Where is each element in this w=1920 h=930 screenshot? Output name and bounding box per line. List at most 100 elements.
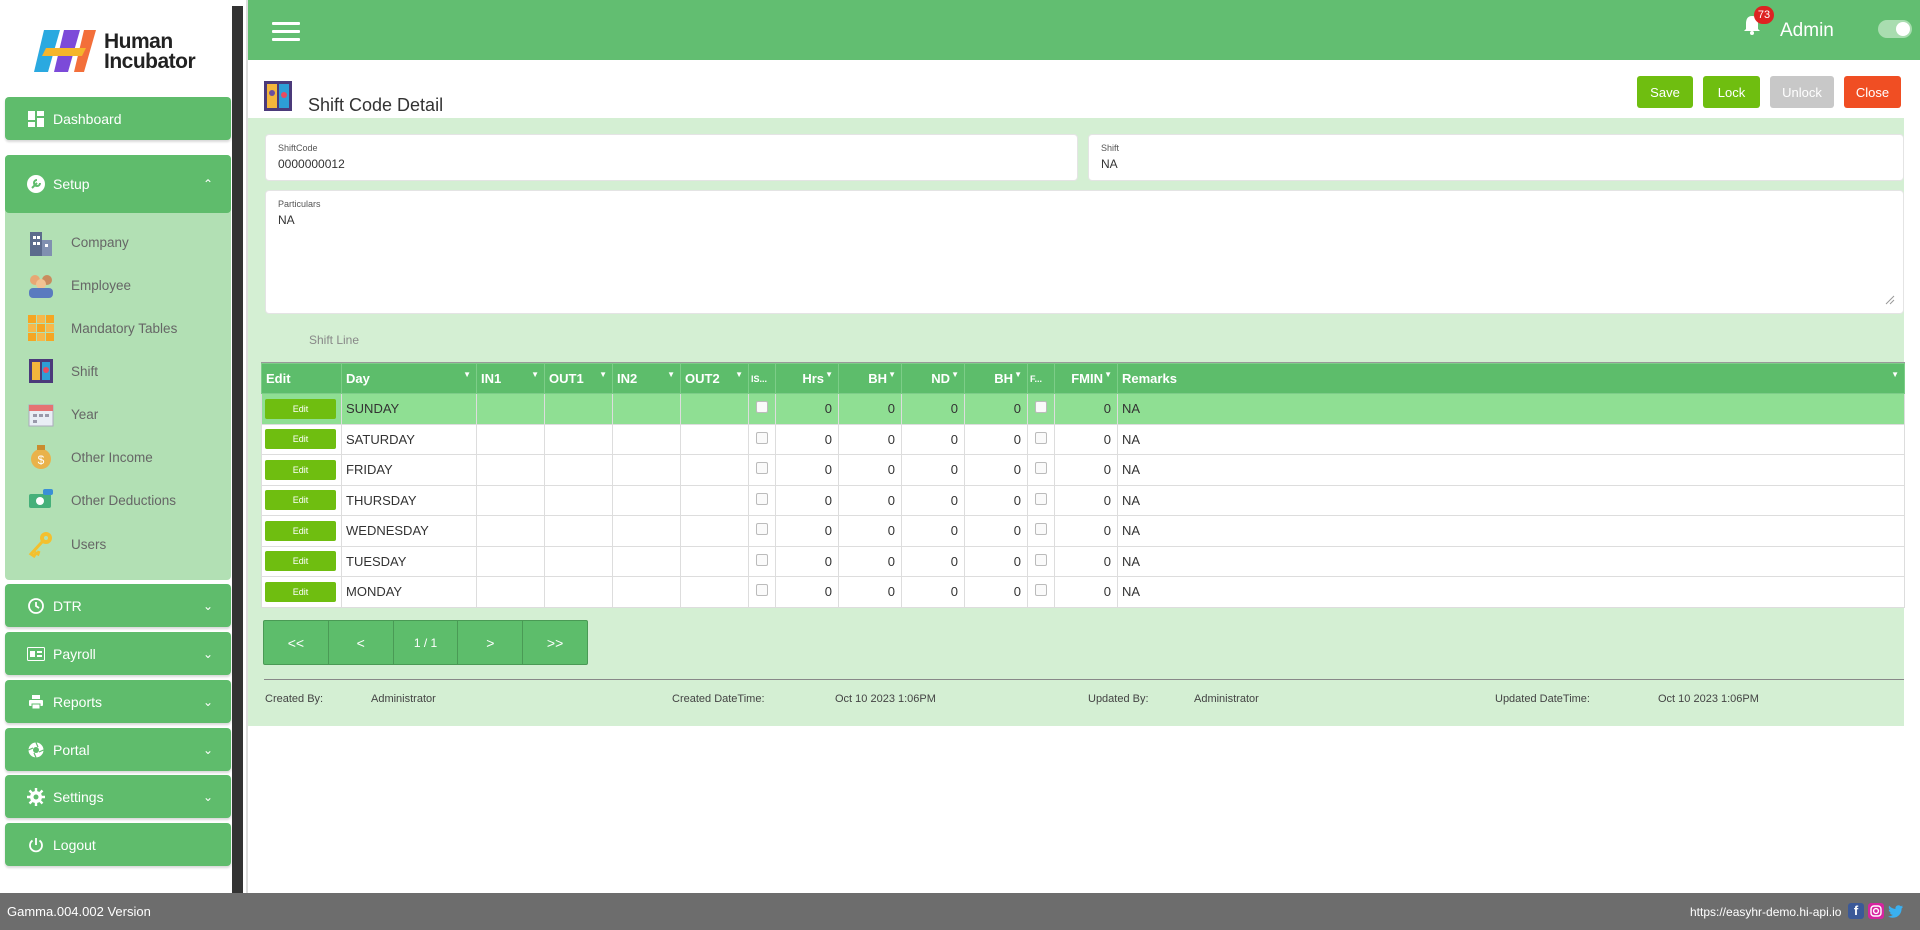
nav-dashboard[interactable]: Dashboard xyxy=(5,97,231,140)
sidebar-item-employee[interactable]: Employee xyxy=(27,270,131,300)
table-row[interactable]: Edit SUNDAY 0 0 0 0 0 NA xyxy=(261,393,1905,425)
f-checkbox[interactable] xyxy=(1035,462,1047,475)
is-checkbox[interactable] xyxy=(756,462,768,475)
edit-row-button[interactable]: Edit xyxy=(265,429,336,450)
nav-dtr-label: DTR xyxy=(53,597,82,614)
hamburger-menu-icon[interactable] xyxy=(272,22,300,42)
particulars-field[interactable]: Particulars NA xyxy=(265,190,1904,314)
lock-button[interactable]: Lock xyxy=(1703,76,1760,108)
in1-cell xyxy=(476,393,545,425)
shift-field[interactable]: Shift NA xyxy=(1088,134,1904,181)
filter-icon[interactable]: ▼ xyxy=(1014,370,1022,379)
site-url[interactable]: https://easyhr-demo.hi-api.io xyxy=(1690,905,1841,919)
last-page-button[interactable]: >> xyxy=(523,621,587,664)
sidebar-item-year[interactable]: Year xyxy=(27,399,98,429)
first-page-button[interactable]: << xyxy=(264,621,329,664)
instagram-icon[interactable] xyxy=(1868,903,1884,919)
f-checkbox[interactable] xyxy=(1035,431,1047,444)
nav-reports[interactable]: Reports ⌄ xyxy=(5,680,231,723)
col-in2[interactable]: IN2 ▼ xyxy=(612,363,681,394)
filter-icon[interactable]: ▼ xyxy=(599,370,607,379)
save-button[interactable]: Save xyxy=(1637,76,1693,108)
edit-row-button[interactable]: Edit xyxy=(265,459,336,480)
theme-toggle[interactable] xyxy=(1878,20,1912,38)
nav-dtr[interactable]: DTR ⌄ xyxy=(5,584,231,627)
edit-row-button[interactable]: Edit xyxy=(265,581,336,602)
table-row[interactable]: Edit WEDNESDAY 0 0 0 0 0 NA xyxy=(261,515,1905,547)
is-checkbox[interactable] xyxy=(756,401,768,414)
gear-icon xyxy=(27,787,45,806)
shift-value[interactable]: NA xyxy=(1101,157,1118,171)
is-checkbox[interactable] xyxy=(756,523,768,536)
nav-portal[interactable]: Portal ⌄ xyxy=(5,728,231,771)
next-page-button[interactable]: > xyxy=(458,621,524,664)
edit-row-button[interactable]: Edit xyxy=(265,398,336,419)
sidebar-item-company[interactable]: Company xyxy=(27,227,129,257)
filter-icon[interactable]: ▼ xyxy=(825,370,833,379)
hrs-cell: 0 xyxy=(775,393,839,425)
shiftcode-value[interactable]: 0000000012 xyxy=(278,157,345,171)
bh2-cell: 0 xyxy=(964,576,1028,608)
filter-icon[interactable]: ▼ xyxy=(1104,370,1112,379)
sidebar-scrollbar[interactable] xyxy=(232,6,243,893)
filter-icon[interactable]: ▼ xyxy=(888,370,896,379)
facebook-icon[interactable]: f xyxy=(1848,903,1864,919)
table-row[interactable]: Edit THURSDAY 0 0 0 0 0 NA xyxy=(261,484,1905,516)
remarks-cell: NA xyxy=(1117,515,1905,547)
unlock-button[interactable]: Unlock xyxy=(1770,76,1834,108)
filter-icon[interactable]: ▼ xyxy=(667,370,675,379)
sidebar-item-users[interactable]: Users xyxy=(27,529,106,559)
sidebar-item-shift[interactable]: Shift xyxy=(27,356,98,386)
col-remarks[interactable]: Remarks ▼ xyxy=(1117,363,1905,394)
nav-payroll[interactable]: Payroll ⌄ xyxy=(5,632,231,675)
filter-icon[interactable]: ▼ xyxy=(463,370,471,379)
col-hrs[interactable]: Hrs ▼ xyxy=(775,363,839,394)
resize-handle-icon[interactable] xyxy=(1885,295,1895,305)
sidebar-item-other-deductions[interactable]: Other Deductions xyxy=(27,485,176,515)
edit-row-button[interactable]: Edit xyxy=(265,490,336,511)
f-checkbox[interactable] xyxy=(1035,553,1047,566)
is-checkbox[interactable] xyxy=(756,553,768,566)
col-f[interactable]: F... xyxy=(1027,363,1055,394)
f-checkbox[interactable] xyxy=(1035,584,1047,597)
nav-setup[interactable]: Setup ⌃ xyxy=(5,155,231,213)
filter-icon[interactable]: ▼ xyxy=(531,370,539,379)
nav-settings[interactable]: Settings ⌄ xyxy=(5,775,231,818)
col-day[interactable]: Day ▼ xyxy=(341,363,477,394)
filter-icon[interactable]: ▼ xyxy=(1891,370,1899,379)
twitter-icon[interactable] xyxy=(1888,903,1904,919)
col-nd[interactable]: ND ▼ xyxy=(901,363,965,394)
close-button[interactable]: Close xyxy=(1844,76,1901,108)
col-bh[interactable]: BH ▼ xyxy=(838,363,902,394)
filter-icon[interactable]: ▼ xyxy=(735,370,743,379)
particulars-value[interactable]: NA xyxy=(278,213,295,227)
f-checkbox[interactable] xyxy=(1035,523,1047,536)
table-row[interactable]: Edit TUESDAY 0 0 0 0 0 NA xyxy=(261,545,1905,577)
in1-cell xyxy=(476,423,545,455)
sidebar-item-mandatory-tables[interactable]: Mandatory Tables xyxy=(27,313,177,343)
nav-logout[interactable]: Logout xyxy=(5,823,231,866)
user-name[interactable]: Admin xyxy=(1780,20,1834,42)
table-row[interactable]: Edit MONDAY 0 0 0 0 0 NA xyxy=(261,576,1905,608)
edit-row-button[interactable]: Edit xyxy=(265,551,336,572)
prev-page-button[interactable]: < xyxy=(329,621,394,664)
remarks-cell: NA xyxy=(1117,545,1905,577)
is-checkbox[interactable] xyxy=(756,431,768,444)
f-checkbox[interactable] xyxy=(1035,492,1047,505)
filter-icon[interactable]: ▼ xyxy=(951,370,959,379)
shift-icon xyxy=(29,359,53,383)
is-checkbox[interactable] xyxy=(756,584,768,597)
sidebar-item-other-income[interactable]: $ Other Income xyxy=(27,442,153,472)
col-out1[interactable]: OUT1 ▼ xyxy=(544,363,613,394)
edit-row-button[interactable]: Edit xyxy=(265,520,336,541)
col-is[interactable]: IS... xyxy=(748,363,776,394)
is-checkbox[interactable] xyxy=(756,492,768,505)
col-out2[interactable]: OUT2 ▼ xyxy=(680,363,749,394)
shiftcode-field[interactable]: ShiftCode 0000000012 xyxy=(265,134,1078,181)
f-checkbox[interactable] xyxy=(1035,401,1047,414)
table-row[interactable]: Edit FRIDAY 0 0 0 0 0 NA xyxy=(261,454,1905,486)
col-bh2[interactable]: BH ▼ xyxy=(964,363,1028,394)
col-in1[interactable]: IN1 ▼ xyxy=(476,363,545,394)
table-row[interactable]: Edit SATURDAY 0 0 0 0 0 NA xyxy=(261,423,1905,455)
col-fmin[interactable]: FMIN ▼ xyxy=(1054,363,1118,394)
